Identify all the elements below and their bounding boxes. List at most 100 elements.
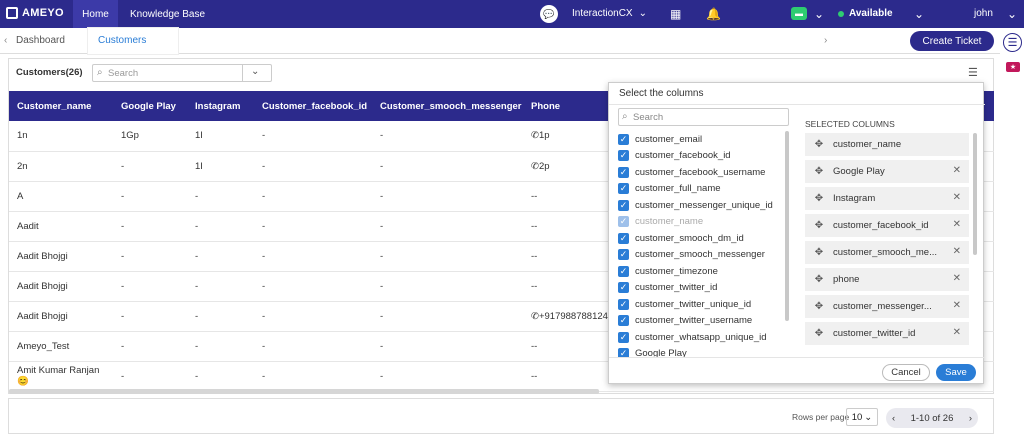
table-horizontal-scrollbar[interactable] bbox=[9, 389, 599, 394]
search-filter-chevron-icon[interactable]: ⌄ bbox=[251, 66, 259, 77]
checkbox-checked-icon[interactable]: ✓ bbox=[618, 166, 629, 178]
checkbox-checked-icon[interactable]: ✓ bbox=[618, 282, 629, 294]
checkbox-checked-icon[interactable]: ✓ bbox=[618, 183, 629, 195]
column-search-input[interactable]: ⌕ Search bbox=[618, 108, 789, 126]
save-button[interactable]: Save bbox=[936, 364, 976, 381]
breadcrumb-dashboard[interactable]: Dashboard bbox=[16, 35, 65, 46]
checkbox-checked-icon[interactable]: ✓ bbox=[618, 133, 629, 145]
checkbox-checked-icon[interactable]: ✓ bbox=[618, 199, 629, 211]
column-option[interactable]: ✓ customer_twitter_unique_id bbox=[618, 296, 790, 313]
selected-columns-list: ✥ customer_name ✥ Google Play ✕ ✥ Instagram ✕… bbox=[805, 133, 969, 355]
checkbox-checked-icon[interactable]: ✓ bbox=[618, 348, 629, 357]
available-list-scrollbar[interactable] bbox=[785, 131, 789, 321]
availability-status[interactable]: Available bbox=[838, 8, 893, 19]
checkbox-checked-icon[interactable]: ✓ bbox=[618, 315, 629, 327]
checkbox-checked-icon[interactable]: ✓ bbox=[618, 249, 629, 261]
drag-handle-icon[interactable]: ✥ bbox=[805, 274, 833, 285]
interaction-dropdown[interactable]: InteractionCX ⌄ bbox=[572, 8, 647, 19]
bell-icon[interactable]: 🔔 bbox=[706, 7, 721, 21]
user-chevron-down-icon[interactable]: ⌄ bbox=[1007, 7, 1017, 21]
chevron-down-icon[interactable]: ⌄ bbox=[814, 7, 824, 21]
col-header-google-play[interactable]: Google Play bbox=[113, 91, 187, 121]
right-rail bbox=[1000, 28, 1024, 440]
drag-handle-icon[interactable]: ✥ bbox=[805, 139, 833, 150]
column-option[interactable]: ✓ customer_twitter_username bbox=[618, 313, 790, 330]
col-header-facebook-id[interactable]: Customer_facebook_id bbox=[254, 91, 372, 121]
selected-column-item[interactable]: ✥ phone ✕ bbox=[805, 268, 969, 291]
drag-handle-icon[interactable]: ✥ bbox=[805, 220, 833, 231]
selected-list-scrollbar[interactable] bbox=[973, 133, 977, 255]
column-list-icon[interactable]: ☰ bbox=[968, 66, 978, 79]
col-header-customer-name[interactable]: Customer_name bbox=[9, 91, 113, 121]
message-status-icon[interactable]: ▬ bbox=[791, 7, 807, 20]
selected-column-item[interactable]: ✥ customer_smooch_me... ✕ bbox=[805, 241, 969, 264]
status-chevron-down-icon[interactable]: ⌄ bbox=[914, 7, 924, 21]
customer-search-box[interactable]: ⌕ Search ⌄ bbox=[92, 64, 272, 82]
checkbox-checked-icon[interactable]: ✓ bbox=[618, 232, 629, 244]
remove-icon[interactable]: ✕ bbox=[953, 192, 961, 203]
column-option[interactable]: ✓ customer_email bbox=[618, 131, 790, 148]
cell-smooch: - bbox=[372, 151, 523, 182]
checkbox-checked-icon[interactable]: ✓ bbox=[618, 150, 629, 162]
column-option[interactable]: ✓ customer_smooch_dm_id bbox=[618, 230, 790, 247]
apps-grid-icon[interactable]: ▦ bbox=[670, 7, 681, 21]
forward-chevron-icon[interactable]: › bbox=[824, 35, 827, 46]
phone-icon: ✆ bbox=[531, 310, 539, 322]
drag-handle-icon[interactable]: ✥ bbox=[805, 328, 833, 339]
selected-column-item[interactable]: ✥ Instagram ✕ bbox=[805, 187, 969, 210]
remove-icon[interactable]: ✕ bbox=[953, 300, 961, 311]
cell-google-play: - bbox=[113, 271, 187, 302]
brand-mark-icon bbox=[6, 7, 18, 19]
checkbox-checked-icon[interactable]: ✓ bbox=[618, 298, 629, 310]
col-header-instagram[interactable]: Instagram bbox=[187, 91, 254, 121]
column-option[interactable]: ✓ customer_facebook_username bbox=[618, 164, 790, 181]
rows-per-page-select[interactable]: 10 ⌄ bbox=[846, 408, 878, 426]
cell-name: A bbox=[9, 181, 113, 212]
next-page-icon[interactable]: › bbox=[969, 413, 972, 424]
breadcrumb-customers[interactable]: Customers bbox=[88, 28, 178, 54]
chat-bubble-icon[interactable]: 💬 bbox=[540, 5, 558, 23]
remove-icon[interactable]: ✕ bbox=[953, 327, 961, 338]
cancel-button[interactable]: Cancel bbox=[882, 364, 930, 381]
cell-instagram: 1I bbox=[187, 151, 254, 182]
remove-icon[interactable]: ✕ bbox=[953, 273, 961, 284]
cell-instagram: 1I bbox=[187, 121, 254, 152]
col-header-phone[interactable]: Phone bbox=[523, 91, 613, 121]
column-option[interactable]: ✓ customer_full_name bbox=[618, 181, 790, 198]
remove-icon[interactable]: ✕ bbox=[953, 165, 961, 176]
cell-facebook-id: - bbox=[254, 301, 372, 332]
remove-icon[interactable]: ✕ bbox=[953, 246, 961, 257]
remove-icon[interactable]: ✕ bbox=[953, 219, 961, 230]
column-option[interactable]: ✓ customer_messenger_unique_id bbox=[618, 197, 790, 214]
back-chevron-icon[interactable]: ‹ bbox=[4, 35, 7, 46]
drag-handle-icon[interactable]: ✥ bbox=[805, 301, 833, 312]
checkbox-checked-icon[interactable]: ✓ bbox=[618, 265, 629, 277]
column-option[interactable]: ✓ customer_twitter_id bbox=[618, 280, 790, 297]
drag-handle-icon[interactable]: ✥ bbox=[805, 166, 833, 177]
selected-column-item[interactable]: ✥ Google Play ✕ bbox=[805, 160, 969, 183]
column-option[interactable]: ✓ customer_timezone bbox=[618, 263, 790, 280]
column-option[interactable]: ✓ customer_whatsapp_unique_id bbox=[618, 329, 790, 346]
hamburger-menu-icon[interactable]: ☰ bbox=[1003, 33, 1022, 52]
create-ticket-button[interactable]: Create Ticket bbox=[910, 31, 994, 51]
user-menu[interactable]: john bbox=[974, 8, 993, 19]
cell-name: 2n bbox=[9, 151, 113, 182]
ticket-icon[interactable]: ★ bbox=[1006, 62, 1020, 72]
column-option[interactable]: ✓ customer_facebook_id bbox=[618, 148, 790, 165]
prev-page-icon[interactable]: ‹ bbox=[892, 413, 895, 424]
nav-tab-knowledge-base[interactable]: Knowledge Base bbox=[130, 0, 205, 28]
selected-column-item[interactable]: ✥ customer_name bbox=[805, 133, 969, 156]
selected-column-item[interactable]: ✥ customer_twitter_id ✕ bbox=[805, 322, 969, 345]
cell-facebook-id: - bbox=[254, 241, 372, 272]
selected-column-item[interactable]: ✥ customer_messenger... ✕ bbox=[805, 295, 969, 318]
col-header-smooch-messenger[interactable]: Customer_smooch_messenger bbox=[372, 91, 523, 121]
drag-handle-icon[interactable]: ✥ bbox=[805, 247, 833, 258]
drag-handle-icon[interactable]: ✥ bbox=[805, 193, 833, 204]
nav-tab-home[interactable]: Home bbox=[73, 0, 118, 28]
checkbox-checked-icon[interactable]: ✓ bbox=[618, 331, 629, 343]
column-option[interactable]: ✓ customer_smooch_messenger bbox=[618, 247, 790, 264]
search-input[interactable]: Search bbox=[108, 68, 138, 79]
selected-column-item[interactable]: ✥ customer_facebook_id ✕ bbox=[805, 214, 969, 237]
cell-smooch: - bbox=[372, 211, 523, 242]
column-option[interactable]: ✓ Google Play bbox=[618, 346, 790, 357]
